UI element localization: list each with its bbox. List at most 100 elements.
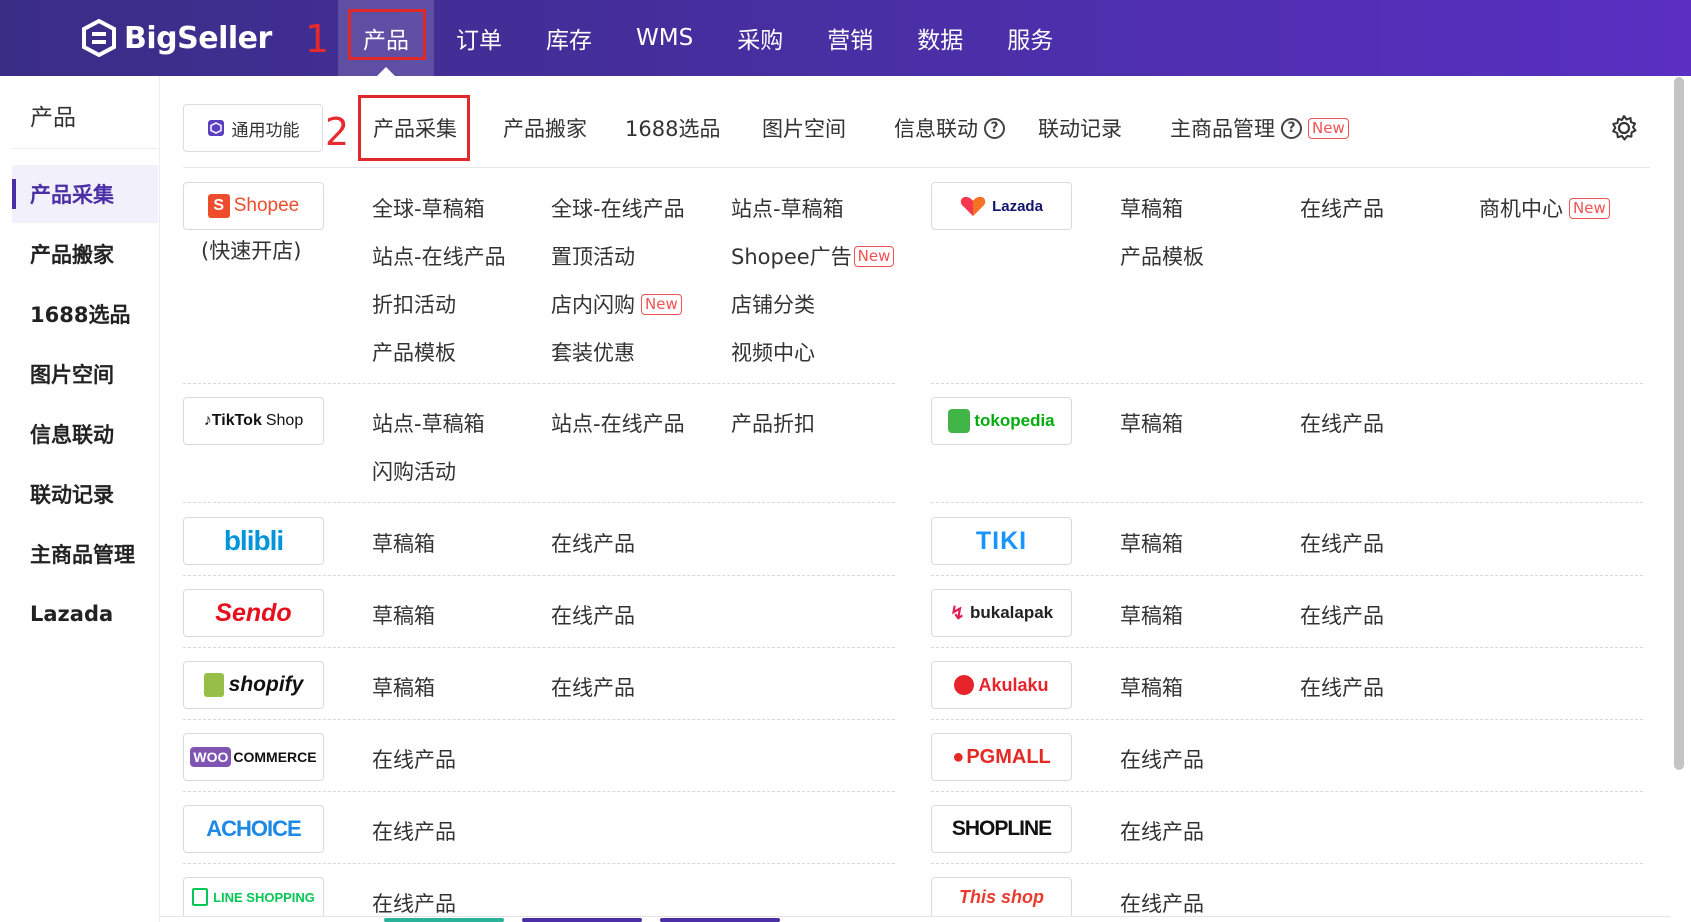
platform-tiktok-button[interactable]: ♪ TikTok Shop <box>183 397 324 445</box>
platform-tokopedia-button[interactable]: tokopedia <box>931 397 1072 445</box>
shopee-link[interactable]: 站点-在线产品 <box>372 241 506 271</box>
shopline-link[interactable]: 在线产品 <box>1120 816 1204 846</box>
platform-shopee-button[interactable]: S Shopee <box>183 182 324 230</box>
shopee-link[interactable]: 站点-草稿箱 <box>731 193 844 223</box>
bukalapak-link[interactable]: 在线产品 <box>1300 600 1384 630</box>
shopee-quick-open-label: (快速开店) <box>201 239 302 263</box>
tab-product-collect[interactable]: 产品采集 <box>358 95 470 161</box>
lazada-link[interactable]: 产品模板 <box>1120 241 1204 271</box>
woocommerce-name: COMMERCE <box>233 749 317 765</box>
shopee-flash-sale-link[interactable]: 店内闪购 New <box>551 289 682 319</box>
platform-woocommerce-button[interactable]: WOO COMMERCE <box>183 733 324 781</box>
blibli-link[interactable]: 在线产品 <box>551 528 635 558</box>
tiktok-link[interactable]: 站点-在线产品 <box>551 408 685 438</box>
tokopedia-link[interactable]: 在线产品 <box>1300 408 1384 438</box>
nav-product[interactable]: 产品 <box>338 0 434 77</box>
row-divider <box>931 502 1643 503</box>
shopee-link[interactable]: 套装优惠 <box>551 337 635 367</box>
tiktok-name: TikTok <box>211 412 262 429</box>
shopee-bag-icon: S <box>207 194 230 218</box>
tiki-link[interactable]: 草稿箱 <box>1120 528 1183 558</box>
tiki-link[interactable]: 在线产品 <box>1300 528 1384 558</box>
tiktok-link[interactable]: 闪购活动 <box>372 456 456 486</box>
row-divider <box>183 647 895 648</box>
shopee-link[interactable]: 折扣活动 <box>372 289 456 319</box>
nav-services[interactable]: 服务 <box>985 0 1075 76</box>
lazada-link[interactable]: 草稿箱 <box>1120 193 1183 223</box>
platform-achoice-button[interactable]: ACHOICE <box>183 805 324 853</box>
sidebar-item-sync-records[interactable]: 联动记录 <box>12 465 158 523</box>
tiktok-link[interactable]: 产品折扣 <box>731 408 815 438</box>
gear-icon[interactable] <box>1609 113 1639 143</box>
sidebar-item-1688[interactable]: 1688选品 <box>12 285 158 343</box>
help-icon[interactable]: ? <box>984 117 1005 139</box>
lineshopping-link[interactable]: 在线产品 <box>372 888 456 918</box>
platform-sendo-button[interactable]: Sendo <box>183 589 324 637</box>
bukalapak-mark-icon: ↯ <box>949 602 965 623</box>
tab-sync-records[interactable]: 联动记录 <box>1038 104 1122 152</box>
shopee-link[interactable]: 全球-在线产品 <box>551 193 685 223</box>
vertical-scrollbar[interactable] <box>1674 77 1684 770</box>
tiktok-link[interactable]: 站点-草稿箱 <box>372 408 485 438</box>
general-functions-button[interactable]: 通用功能 <box>183 104 323 152</box>
akulaku-link[interactable]: 草稿箱 <box>1120 672 1183 702</box>
platform-thisshop-button[interactable]: This shop <box>931 877 1072 916</box>
sidebar-item-info-sync[interactable]: 信息联动 <box>12 405 158 463</box>
sidebar-item-image-space[interactable]: 图片空间 <box>12 345 158 403</box>
row-divider <box>183 719 895 720</box>
shopee-link[interactable]: 产品模板 <box>372 337 456 367</box>
platform-pgmall-button[interactable]: ● PGMALL <box>931 733 1072 781</box>
shopify-link[interactable]: 在线产品 <box>551 672 635 702</box>
platform-shopify-button[interactable]: shopify <box>183 661 324 709</box>
tab-product-move[interactable]: 产品搬家 <box>503 104 587 152</box>
tab-info-sync[interactable]: 信息联动 ? <box>894 104 1005 152</box>
platform-bukalapak-button[interactable]: ↯ bukalapak <box>931 589 1072 637</box>
nav-data[interactable]: 数据 <box>895 0 985 76</box>
thisshop-link[interactable]: 在线产品 <box>1120 888 1204 918</box>
shopee-link[interactable]: 视频中心 <box>731 337 815 367</box>
nav-marketing[interactable]: 营销 <box>805 0 895 76</box>
platform-blibli-button[interactable]: blibli <box>183 517 324 565</box>
lineshopping-logo: LINE SHOPPING <box>192 888 315 906</box>
sidebar-item-product-collect[interactable]: 产品采集 <box>12 165 158 223</box>
bukalapak-link[interactable]: 草稿箱 <box>1120 600 1183 630</box>
help-icon[interactable]: ? <box>1281 117 1302 139</box>
platform-lazada-button[interactable]: Lazada <box>931 182 1072 230</box>
shopee-link[interactable]: 店铺分类 <box>731 289 815 319</box>
tokopedia-link[interactable]: 草稿箱 <box>1120 408 1183 438</box>
achoice-link[interactable]: 在线产品 <box>372 816 456 846</box>
pgmall-link[interactable]: 在线产品 <box>1120 744 1204 774</box>
akulaku-name: Akulaku <box>978 674 1049 695</box>
nav-inventory[interactable]: 库存 <box>524 0 614 76</box>
akulaku-logo: Akulaku <box>954 674 1049 696</box>
platform-tiki-button[interactable]: TIKI <box>931 517 1072 565</box>
shopee-ads-link[interactable]: Shopee广告 New <box>731 241 895 271</box>
sendo-link[interactable]: 草稿箱 <box>372 600 435 630</box>
shopee-link[interactable]: 全球-草稿箱 <box>372 193 485 223</box>
woocommerce-link[interactable]: 在线产品 <box>372 744 456 774</box>
platform-lineshopping-button[interactable]: LINE SHOPPING <box>183 877 324 916</box>
sendo-link[interactable]: 在线产品 <box>551 600 635 630</box>
lazada-logo: Lazada <box>960 195 1043 217</box>
lazada-link[interactable]: 在线产品 <box>1300 193 1384 223</box>
sidebar-item-lazada[interactable]: Lazada <box>12 585 158 643</box>
bigseller-logo[interactable]: BigSeller <box>80 19 272 57</box>
shopee-link[interactable]: 置顶活动 <box>551 241 635 271</box>
tiktok-note-icon: ♪ <box>203 412 212 429</box>
platform-shopline-button[interactable]: SHOPLINE <box>931 805 1072 853</box>
tab-image-space[interactable]: 图片空间 <box>762 104 846 152</box>
nav-purchase[interactable]: 采购 <box>715 0 805 76</box>
tab-1688[interactable]: 1688选品 <box>625 104 720 152</box>
nav-wms[interactable]: WMS <box>614 0 715 76</box>
blibli-link[interactable]: 草稿箱 <box>372 528 435 558</box>
akulaku-link[interactable]: 在线产品 <box>1300 672 1384 702</box>
lazada-business-link[interactable]: 商机中心 New <box>1479 193 1610 223</box>
tab-master-products[interactable]: 主商品管理 ? New <box>1170 104 1349 152</box>
sidebar-item-master-products[interactable]: 主商品管理 <box>12 525 158 583</box>
row-divider <box>183 791 895 792</box>
shopify-link[interactable]: 草稿箱 <box>372 672 435 702</box>
platform-akulaku-button[interactable]: Akulaku <box>931 661 1072 709</box>
tab-info-sync-label: 信息联动 <box>894 117 978 141</box>
sidebar-item-product-move[interactable]: 产品搬家 <box>12 225 158 283</box>
nav-orders[interactable]: 订单 <box>434 0 524 76</box>
